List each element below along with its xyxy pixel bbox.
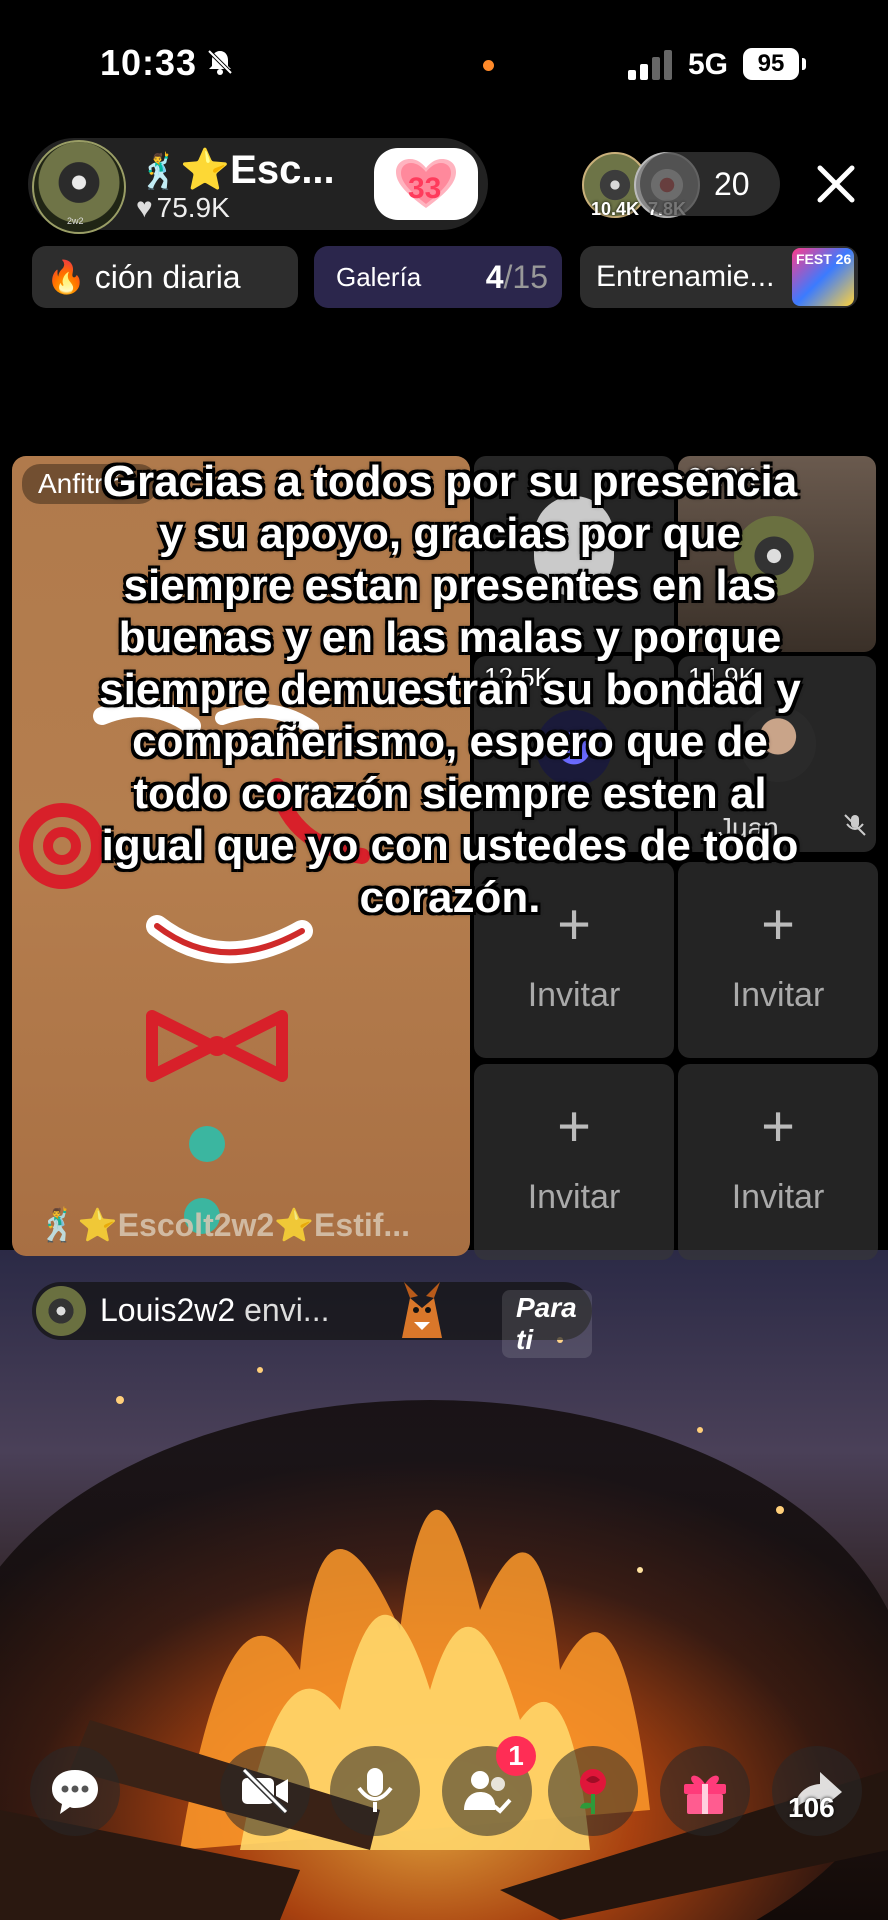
invite-label: Invitar (731, 976, 825, 1014)
cellular-signal-icon (628, 50, 672, 80)
rose-icon (580, 1769, 606, 1814)
training-label: Entrenamie... (596, 260, 775, 293)
follow-team-button[interactable]: 33 (374, 148, 478, 220)
share-count: 106 (788, 1792, 835, 1823)
invite-slot-3[interactable]: + Invitar (474, 1064, 674, 1260)
battery-indicator: 95 (743, 48, 806, 80)
heart-icon: ♥ (136, 192, 153, 223)
invite-label: Invitar (527, 976, 621, 1014)
gift-notification[interactable]: Louis2w2 envi... Para ti (32, 1282, 592, 1358)
host-name: ⭐Esc... (180, 148, 335, 192)
gallery-chip[interactable]: Galería 4/15 (314, 246, 562, 308)
sender-avatar (36, 1286, 86, 1336)
camera-toggle-button[interactable] (220, 1746, 310, 1836)
gallery-label: Galería (336, 262, 422, 292)
chat-bubble-icon (52, 1770, 98, 1814)
plus-icon: + (761, 1094, 795, 1159)
comment-button[interactable] (30, 1746, 120, 1836)
plus-icon: + (557, 1094, 591, 1159)
invite-notification-badge: 1 (496, 1736, 536, 1776)
microphone-button[interactable] (330, 1746, 420, 1836)
fest-label: FEST 26 (796, 251, 852, 267)
viewer-count-button[interactable]: 20 (640, 152, 780, 216)
dancer-emoji-icon: 🕺 (138, 153, 181, 191)
host-likes: 75.9K (156, 192, 230, 223)
for-you-tag: Para ti (502, 1290, 592, 1358)
follow-count: 33 (408, 172, 442, 205)
fox-gift-icon (402, 1282, 442, 1338)
network-type: 5G (688, 48, 729, 81)
gallery-progress: 4/15 (485, 259, 548, 295)
daily-mission-chip[interactable]: 🔥 ción diaria (32, 246, 298, 308)
fest-event-badge[interactable]: FEST 26 (792, 248, 854, 306)
notification-action: envi... (244, 1292, 330, 1328)
gift-button[interactable] (660, 1746, 750, 1836)
invite-label: Invitar (527, 1178, 621, 1216)
status-time: 10:33 (100, 42, 198, 83)
viewer-count: 20 (714, 166, 750, 202)
close-icon[interactable] (812, 160, 860, 208)
rose-gift-button[interactable] (548, 1746, 638, 1836)
invite-label: Invitar (731, 1178, 825, 1216)
invite-slot-4[interactable]: + Invitar (678, 1064, 878, 1260)
host-tile-name: ⭐Escolt2w2⭐Estif... (77, 1207, 411, 1243)
camera-off-icon (241, 1767, 289, 1815)
fire-icon: 🔥 (46, 259, 86, 295)
daily-mission-label: ción diaria (94, 259, 241, 295)
host-avatar[interactable]: 2w2 (32, 140, 126, 234)
sender-name: Louis2w2 (100, 1292, 236, 1328)
microphone-icon (357, 1768, 393, 1812)
status-bar: 10:33 5G 95 (0, 0, 888, 120)
silent-bell-icon (207, 49, 233, 75)
caption-overlay: Gracias a todos por su presencia y su ap… (99, 457, 801, 922)
dancer-emoji-icon: 🕺 (38, 1207, 78, 1243)
gift-box-icon (684, 1775, 726, 1814)
muted-mic-icon (844, 814, 866, 836)
privacy-indicator-dot (483, 60, 494, 71)
campfire-background (0, 1250, 888, 1920)
